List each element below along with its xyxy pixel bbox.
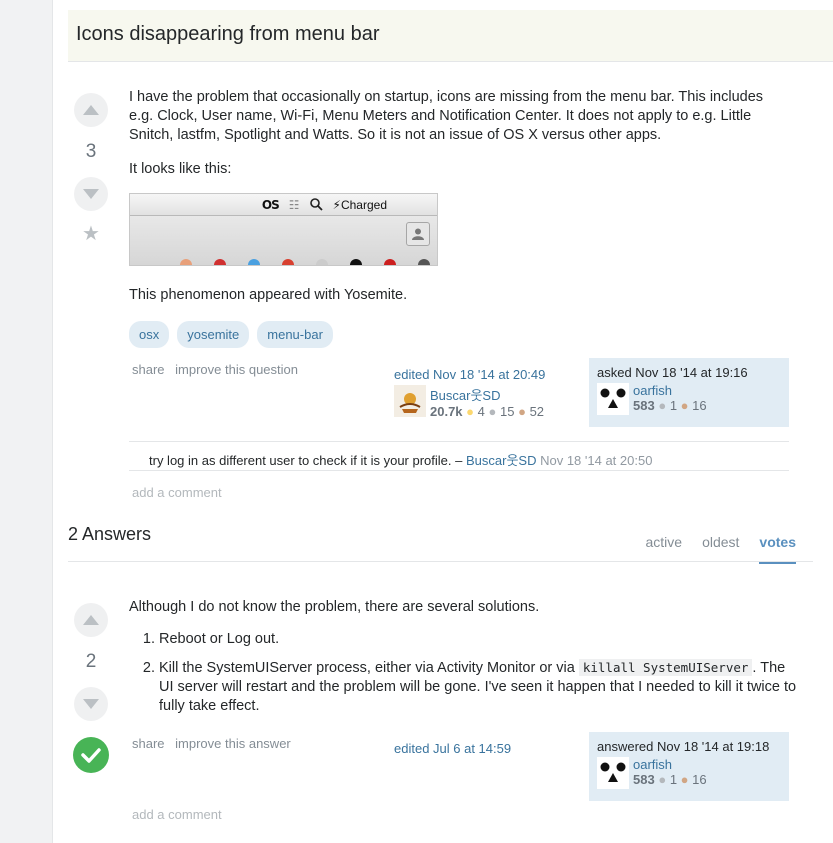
question-body-continued: This phenomenon appeared with Yosemite. [129,286,789,320]
power-plug-icon: ⚡ [332,197,341,212]
editor-signature: edited Nov 18 '14 at 20:49 Buscar웃SD 20.… [394,367,545,419]
user-account-icon [406,222,430,246]
comment-date[interactable]: Nov 18 '14 at 20:50 [540,453,652,468]
dock-icons-strip [130,259,437,265]
share-link[interactable]: share [132,362,165,377]
avatar[interactable] [394,385,426,417]
question-header: Icons disappearing from menu bar [68,10,833,62]
step-text: Kill the SystemUIServer process, either … [159,660,579,676]
favorite-star-icon[interactable]: ★ [73,221,109,246]
menu-meters-icon: ☷ [288,197,300,212]
reputation-score: 20.7k [430,404,463,419]
asker-reputation: 583 ● 1 ● 16 [633,398,707,413]
solutions-list: Reboot or Log out. Kill the SystemUIServ… [159,630,799,716]
question-paragraph: This phenomenon appeared with Yosemite. [129,287,408,303]
question-title[interactable]: Icons disappearing from menu bar [76,23,380,46]
bronze-badge-icon: ● [680,398,689,413]
tag-yosemite[interactable]: yosemite [177,321,250,348]
menu-bar-screenshot: OS ☷ ⚡Charged [129,193,438,266]
bronze-badge-icon: ● [518,404,526,419]
code-snippet: killall SystemUIServer [578,659,753,676]
bronze-badge-icon: ● [680,772,689,787]
question-post-menu: share improve this question [132,362,305,377]
improve-question-link[interactable]: improve this question [175,362,298,377]
left-sidebar [0,0,53,843]
answer-intro: Although I do not know the problem, ther… [129,599,540,615]
silver-badge-icon: ● [658,398,667,413]
list-item: Reboot or Log out. [159,630,799,649]
question-body: I have the problem that occasionally on … [129,88,789,194]
reputation-score: 583 [633,772,655,787]
bronze-badge-count: 16 [692,398,707,413]
question-tags: osx yosemite menu-bar [129,321,333,348]
accepted-checkmark-icon [73,737,109,773]
answer-vote-cell: 2 [73,603,109,773]
bronze-badge-count: 52 [529,404,545,419]
lastfm-icon: OS [261,197,280,212]
add-comment-link[interactable]: add a comment [132,807,222,822]
tag-menu-bar[interactable]: menu-bar [257,321,333,348]
step-text: Reboot or Log out. [159,631,280,647]
avatar[interactable] [597,383,629,415]
list-item: Kill the SystemUIServer process, either … [159,658,799,716]
downvote-button[interactable] [74,177,108,211]
edited-timestamp[interactable]: edited Nov 18 '14 at 20:49 [394,367,545,382]
asker-username[interactable]: oarfish [633,383,707,398]
silver-badge-icon: ● [488,404,497,419]
improve-answer-link[interactable]: improve this answer [175,736,291,751]
answer-sort-tabs: active oldest votes [645,534,796,564]
tab-oldest[interactable]: oldest [702,534,739,564]
silver-badge-count: 1 [669,772,678,787]
silver-badge-count: 1 [669,398,678,413]
answerer-username[interactable]: oarfish [633,757,707,772]
arrow-up-icon [83,615,99,625]
answer-body: Although I do not know the problem, ther… [129,598,799,725]
answered-timestamp: answered Nov 18 '14 at 19:18 [597,739,770,754]
tag-osx[interactable]: osx [129,321,170,348]
tab-votes[interactable]: votes [759,534,796,564]
question-vote-cell: 3 ★ [73,93,109,246]
question-paragraph: It looks like this: [129,161,232,177]
edited-timestamp[interactable]: edited Jul 6 at 14:59 [394,741,511,756]
tab-active[interactable]: active [645,534,682,564]
gold-badge-count: 4 [477,404,485,419]
editor-username[interactable]: Buscar웃SD [430,385,544,404]
upvote-button[interactable] [74,93,108,127]
answerer-signature: answered Nov 18 '14 at 19:18 oarfish 583… [589,732,789,801]
answer-post-menu: share improve this answer [132,736,298,751]
silver-badge-icon: ● [658,772,667,787]
answer-edit-signature: edited Jul 6 at 14:59 [394,741,511,759]
screenshot-menubar: OS ☷ ⚡Charged [130,194,437,216]
spotlight-search-icon [309,198,323,211]
answers-count: 2 Answers [68,524,152,544]
question-paragraph: I have the problem that occasionally on … [129,89,764,143]
asked-timestamp: asked Nov 18 '14 at 19:16 [597,365,748,380]
share-link[interactable]: share [132,736,165,751]
upvote-button[interactable] [74,603,108,637]
battery-label: Charged [340,197,387,212]
bronze-badge-count: 16 [692,772,707,787]
gold-badge-icon: ● [466,404,475,419]
question-comments: try log in as different user to check if… [129,441,789,471]
answer-vote-count: 2 [85,651,97,672]
reputation-score: 583 [633,398,655,413]
silver-badge-count: 15 [500,404,515,419]
downvote-button[interactable] [74,687,108,721]
comment-text: try log in as different user to check if… [149,453,463,468]
arrow-up-icon [83,105,99,115]
arrow-down-icon [83,189,99,199]
add-comment-link[interactable]: add a comment [132,485,222,500]
battery-status: ⚡Charged [333,198,387,212]
question-vote-count: 3 [85,141,97,162]
comment-user[interactable]: Buscar웃SD [466,453,536,468]
editor-reputation: 20.7k ● 4 ● 15 ● 52 [430,404,544,419]
asker-signature: asked Nov 18 '14 at 19:16 oarfish 583 ● … [589,358,789,427]
answers-header: 2 Answers active oldest votes [68,520,813,564]
answerer-reputation: 583 ● 1 ● 16 [633,772,707,787]
arrow-down-icon [83,699,99,709]
avatar[interactable] [597,757,629,789]
